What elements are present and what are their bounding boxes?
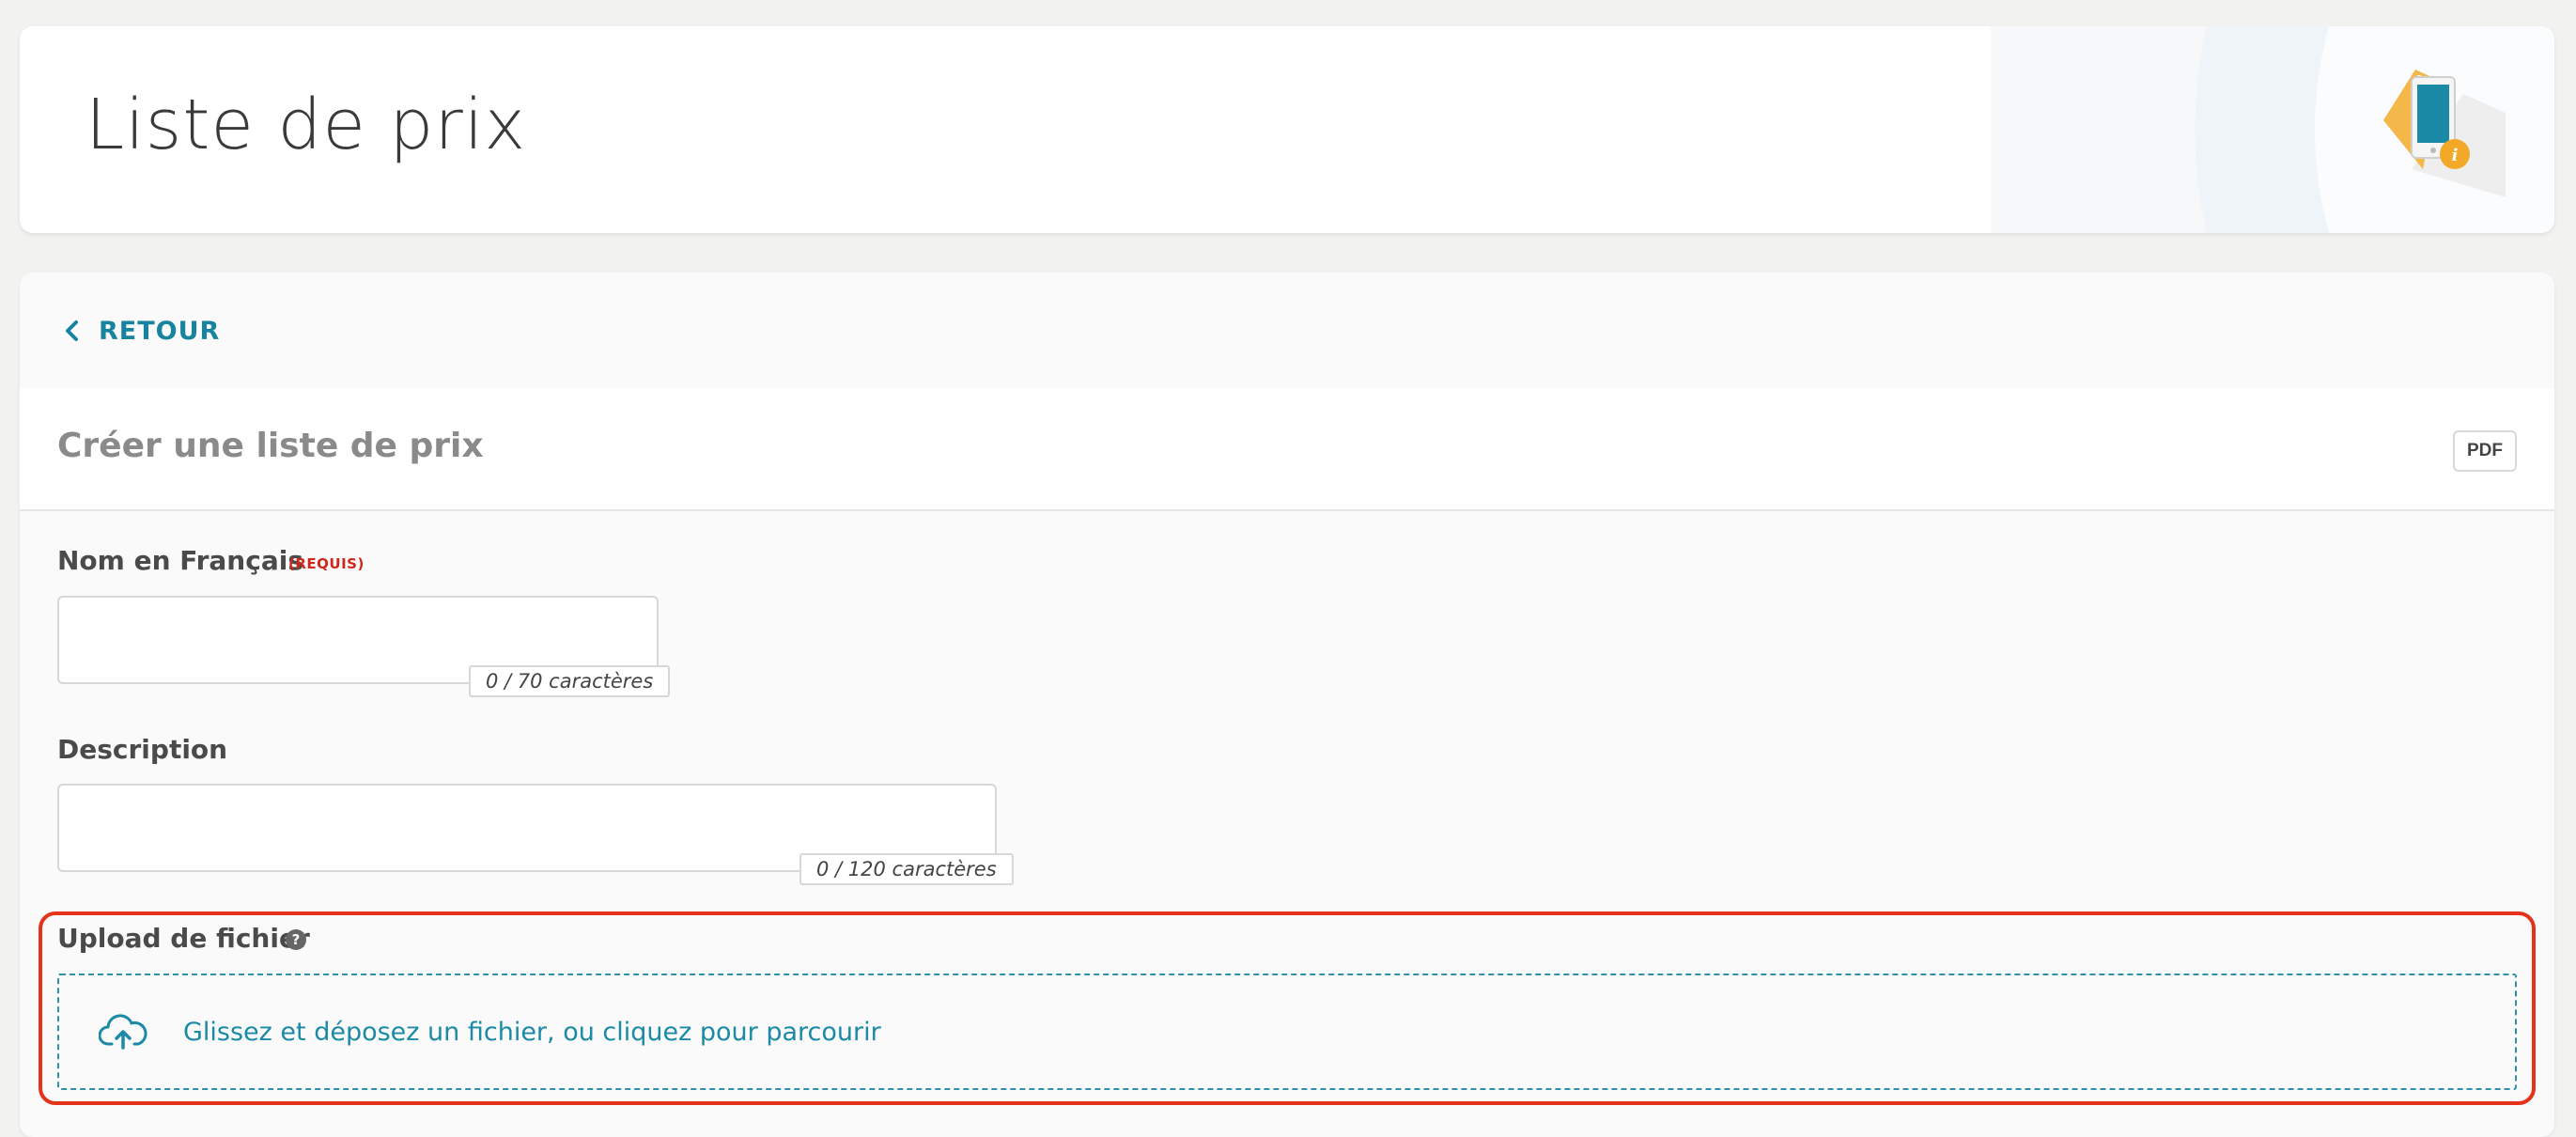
dropzone-text: Glissez et déposez un fichier, ou clique… bbox=[183, 1017, 881, 1047]
svg-text:i: i bbox=[2452, 146, 2459, 165]
upload-field-label: Upload de fichier bbox=[57, 923, 310, 954]
form-title: Créer une liste de prix bbox=[57, 427, 484, 465]
chevron-left-icon bbox=[66, 320, 78, 341]
back-button[interactable]: RETOUR bbox=[63, 312, 220, 350]
form-header: Créer une liste de prix PDF bbox=[20, 389, 2554, 511]
price-tag-phone-info-icon: i bbox=[2383, 70, 2506, 197]
back-label: RETOUR bbox=[99, 316, 221, 346]
file-dropzone[interactable]: Glissez et déposez un fichier, ou clique… bbox=[57, 973, 2517, 1090]
name-field-label: Nom en Français bbox=[57, 545, 303, 576]
description-char-counter: 0 / 120 caractères bbox=[799, 853, 1014, 885]
page-title: Liste de prix bbox=[85, 85, 527, 165]
description-field-label: Description bbox=[57, 734, 228, 765]
pdf-button[interactable]: PDF bbox=[2453, 430, 2517, 472]
page-header: Liste de prix i bbox=[20, 26, 2554, 233]
form-card: RETOUR Créer une liste de prix PDF Nom e… bbox=[20, 273, 2554, 1137]
name-char-counter: 0 / 70 caractères bbox=[469, 665, 671, 697]
required-badge: (REQUIS) bbox=[288, 555, 365, 572]
cloud-upload-icon bbox=[99, 1014, 147, 1050]
question-circle-icon[interactable]: ? bbox=[286, 929, 306, 950]
